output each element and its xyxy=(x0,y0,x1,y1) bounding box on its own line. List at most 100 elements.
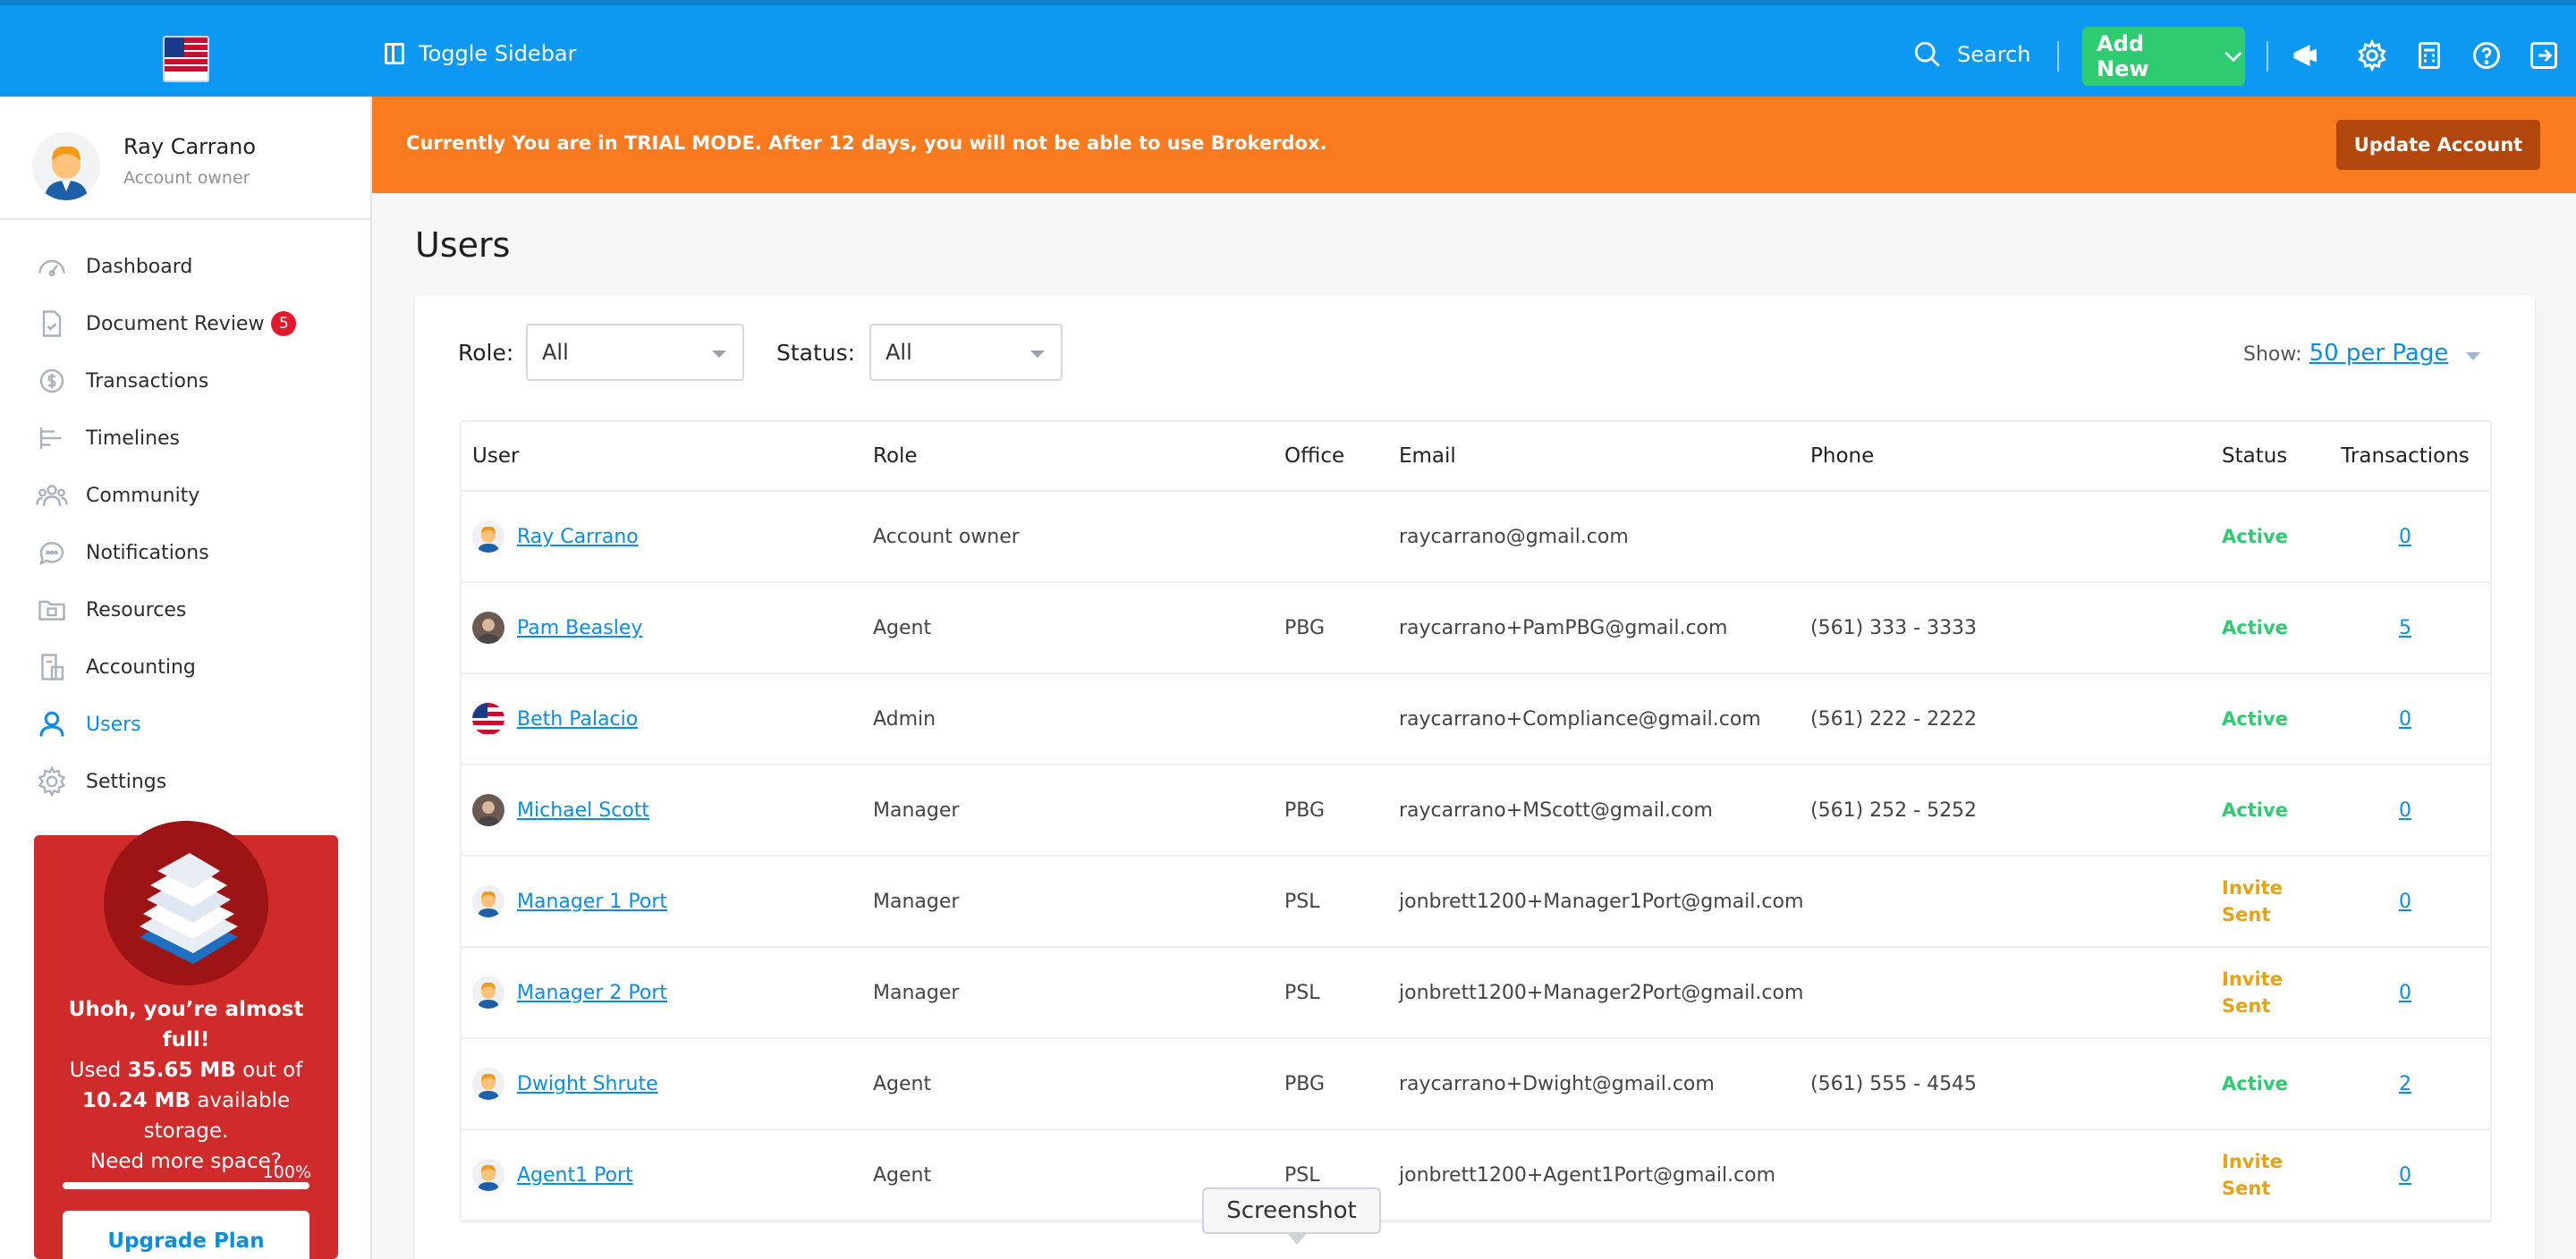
user-name-link[interactable]: Michael Scott xyxy=(517,799,649,822)
column-header-office[interactable]: Office xyxy=(1284,444,1399,468)
sidebar-item-transactions[interactable]: Transactions xyxy=(0,352,370,410)
role-cell: Manager xyxy=(873,981,960,1004)
sidebar-item-label: Accounting xyxy=(86,655,196,679)
user-cell: Dwight Shrute xyxy=(462,1068,873,1100)
user-name-link[interactable]: Manager 2 Port xyxy=(517,982,667,1004)
status-badge: Invite Sent xyxy=(2222,877,2283,925)
update-account-button[interactable]: Update Account xyxy=(2336,120,2540,170)
caret-down-icon xyxy=(712,351,726,358)
accounting-icon xyxy=(34,649,70,685)
sidebar-item-dashboard[interactable]: Dashboard xyxy=(0,238,370,295)
logout-button[interactable] xyxy=(2528,39,2560,72)
screenshot-tooltip: Screenshot xyxy=(1202,1187,1381,1245)
sidebar-item-settings[interactable]: Settings xyxy=(0,753,370,810)
user-name-link[interactable]: Agent1 Port xyxy=(517,1164,633,1187)
table-row: Michael Scott Manager PBG raycarrano+MScott… xyxy=(462,765,2490,857)
column-header-email[interactable]: Email xyxy=(1399,444,1810,468)
user-cell: Michael Scott xyxy=(462,794,873,826)
sidebar-item-users[interactable]: Users xyxy=(0,696,370,753)
upgrade-plan-button[interactable]: Upgrade Plan xyxy=(63,1211,309,1259)
sidebar-item-timelines[interactable]: Timelines xyxy=(0,410,370,467)
column-header-role[interactable]: Role xyxy=(873,444,1284,468)
transactions-count-link[interactable]: 0 xyxy=(2399,1164,2411,1187)
sidebar-item-label: Dashboard xyxy=(86,255,193,278)
transactions-cell: 2 xyxy=(2338,1073,2472,1095)
help-button[interactable] xyxy=(2470,39,2503,72)
transactions-count-link[interactable]: 0 xyxy=(2399,799,2411,822)
status-badge: Invite Sent xyxy=(2222,1151,2283,1199)
transactions-count-link[interactable]: 0 xyxy=(2399,982,2411,1004)
page-size-select[interactable]: 50 per Page xyxy=(2309,340,2449,367)
avatar xyxy=(472,1068,504,1100)
user-name-link[interactable]: Pam Beasley xyxy=(517,617,642,639)
transactions-count-link[interactable]: 0 xyxy=(2399,891,2411,913)
sidebar-item-accounting[interactable]: Accounting xyxy=(0,638,370,696)
user-name-link[interactable]: Dwight Shrute xyxy=(517,1073,658,1095)
settings-icon xyxy=(34,764,70,799)
search-button[interactable]: Search xyxy=(1912,39,2030,70)
sidebar-item-label: Community xyxy=(86,484,200,507)
trial-message: Currently You are in TRIAL MODE. After 1… xyxy=(406,132,1327,154)
sidebar-item-resources[interactable]: Resources xyxy=(0,581,370,638)
announcements-button[interactable] xyxy=(2290,39,2322,72)
status-filter-select[interactable]: All xyxy=(869,324,1063,381)
column-header-transactions[interactable]: Transactions xyxy=(2338,444,2472,468)
settings-button[interactable] xyxy=(2356,38,2388,72)
avatar xyxy=(32,132,100,200)
add-new-button[interactable]: Add New xyxy=(2082,27,2245,86)
role-cell: Account owner xyxy=(873,525,1020,548)
email-cell: raycarrano+PamPBG@gmail.com xyxy=(1399,616,1728,639)
avatar xyxy=(472,885,504,917)
user-name-link[interactable]: Manager 1 Port xyxy=(517,891,667,913)
transactions-count-link[interactable]: 0 xyxy=(2399,526,2411,548)
sidebar-item-label: Settings xyxy=(86,770,167,793)
office-cell: PSL xyxy=(1284,981,1320,1004)
office-cell: PSL xyxy=(1284,1163,1320,1187)
role-filter-select[interactable]: All xyxy=(526,324,744,381)
status-badge: Active xyxy=(2222,525,2288,547)
office-cell: PSL xyxy=(1284,890,1320,913)
sidebar-item-document-review[interactable]: Document Review 5 xyxy=(0,295,370,352)
transactions-cell: 0 xyxy=(2338,891,2472,913)
column-header-phone[interactable]: Phone xyxy=(1810,444,2222,468)
user-cell: Manager 2 Port xyxy=(462,976,873,1009)
page-title: Users xyxy=(415,225,511,265)
user-cell: Beth Palacio xyxy=(462,703,873,735)
status-cell: Invite Sent xyxy=(2222,966,2338,1019)
email-cell: jonbrett1200+Manager1Port@gmail.com xyxy=(1399,890,1804,913)
status-cell: Active xyxy=(2222,1073,2338,1095)
user-profile[interactable]: Ray Carrano Account owner xyxy=(0,97,370,220)
sidebar-item-community[interactable]: Community xyxy=(0,467,370,524)
transactions-count-link[interactable]: 5 xyxy=(2399,617,2411,639)
sidebar-item-label: Users xyxy=(86,713,141,736)
table-row: Manager 1 Port Manager PSL jonbrett1200+Man… xyxy=(462,857,2490,948)
toggle-sidebar-button[interactable]: Toggle Sidebar xyxy=(385,41,577,66)
office-cell: PBG xyxy=(1284,798,1326,822)
transactions-count-link[interactable]: 2 xyxy=(2399,1073,2411,1095)
user-name-link[interactable]: Beth Palacio xyxy=(517,708,638,731)
storage-used-prefix: Used xyxy=(69,1059,122,1082)
trial-banner: Currently You are in TRIAL MODE. After 1… xyxy=(372,97,2576,193)
brand-logo[interactable] xyxy=(163,36,209,82)
caret-down-icon[interactable] xyxy=(2466,352,2481,360)
status-cell: Active xyxy=(2222,708,2338,731)
sidebar-item-label: Timelines xyxy=(86,427,181,450)
column-header-status[interactable]: Status xyxy=(2222,444,2338,468)
user-name-link[interactable]: Ray Carrano xyxy=(517,526,639,548)
status-badge: Invite Sent xyxy=(2222,968,2283,1017)
user-cell: Ray Carrano xyxy=(462,520,873,553)
column-header-user[interactable]: User xyxy=(462,444,873,468)
storage-used-value: 35.65 MB xyxy=(127,1059,236,1082)
sidebar-item-notifications[interactable]: Notifications xyxy=(0,524,370,581)
top-bar: Toggle Sidebar Search Add New xyxy=(0,0,2576,97)
role-filter-label: Role: xyxy=(458,340,514,366)
status-badge: Active xyxy=(2222,707,2288,730)
calculator-button[interactable] xyxy=(2413,39,2445,72)
users-card: Role: All Status: All Show: 50 per Page … xyxy=(415,295,2535,1259)
transactions-count-link[interactable]: 0 xyxy=(2399,708,2411,731)
transactions-cell: 0 xyxy=(2338,526,2472,548)
role-cell: Manager xyxy=(873,798,960,822)
email-cell: jonbrett1200+Agent1Port@gmail.com xyxy=(1399,1163,1776,1187)
office-cell: PBG xyxy=(1284,1072,1326,1095)
storage-percent: 100% xyxy=(262,1162,311,1182)
